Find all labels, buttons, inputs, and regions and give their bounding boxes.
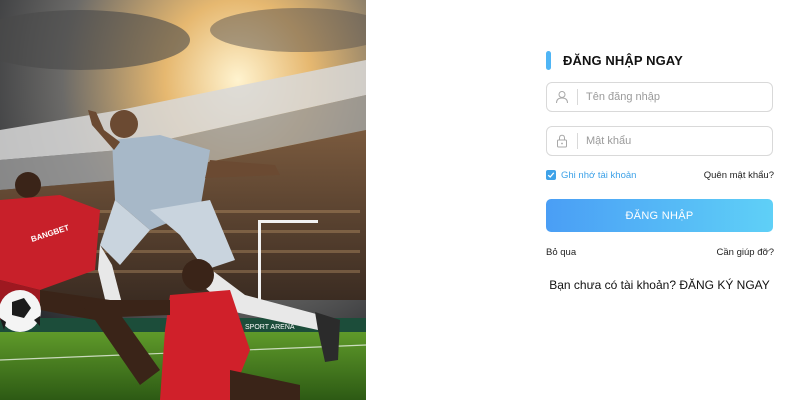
login-options-row: Ghi nhớ tài khoản Quên mật khẩu? [546, 168, 774, 182]
skip-link[interactable]: Bỏ qua [546, 247, 576, 261]
register-link[interactable]: Bạn chưa có tài khoản? ĐĂNG KÝ NGAY [546, 278, 773, 292]
field-separator [577, 133, 578, 149]
user-icon [547, 83, 577, 111]
remember-me-checkbox[interactable]: Ghi nhớ tài khoản [546, 170, 636, 181]
username-input[interactable] [586, 91, 756, 103]
login-panel: ĐĂNG NHẬP NGAY Tên đăng nhập Ghi nhớ tài… [546, 50, 774, 292]
football [0, 290, 41, 332]
remember-me-label[interactable]: Ghi nhớ tài khoản [561, 170, 636, 181]
hero-image: SPORT ARENA BANGBET [0, 0, 366, 400]
forgot-password-link[interactable]: Quên mật khẩu? [704, 170, 774, 181]
username-field[interactable] [546, 82, 773, 112]
login-button[interactable]: ĐĂNG NHẬP [546, 199, 773, 232]
ad-board-text: SPORT ARENA [245, 324, 295, 331]
password-field[interactable] [546, 126, 773, 156]
help-link[interactable]: Cần giúp đỡ? [717, 247, 774, 261]
field-separator [577, 89, 578, 105]
secondary-links-row: Bỏ qua Cần giúp đỡ? [546, 247, 774, 261]
password-input[interactable] [586, 135, 756, 147]
login-heading: ĐĂNG NHẬP NGAY [546, 50, 774, 70]
lock-icon [547, 127, 577, 155]
heading-accent-bar [546, 50, 551, 70]
checkmark-icon[interactable] [546, 170, 556, 180]
login-title: ĐĂNG NHẬP NGAY [563, 52, 683, 68]
